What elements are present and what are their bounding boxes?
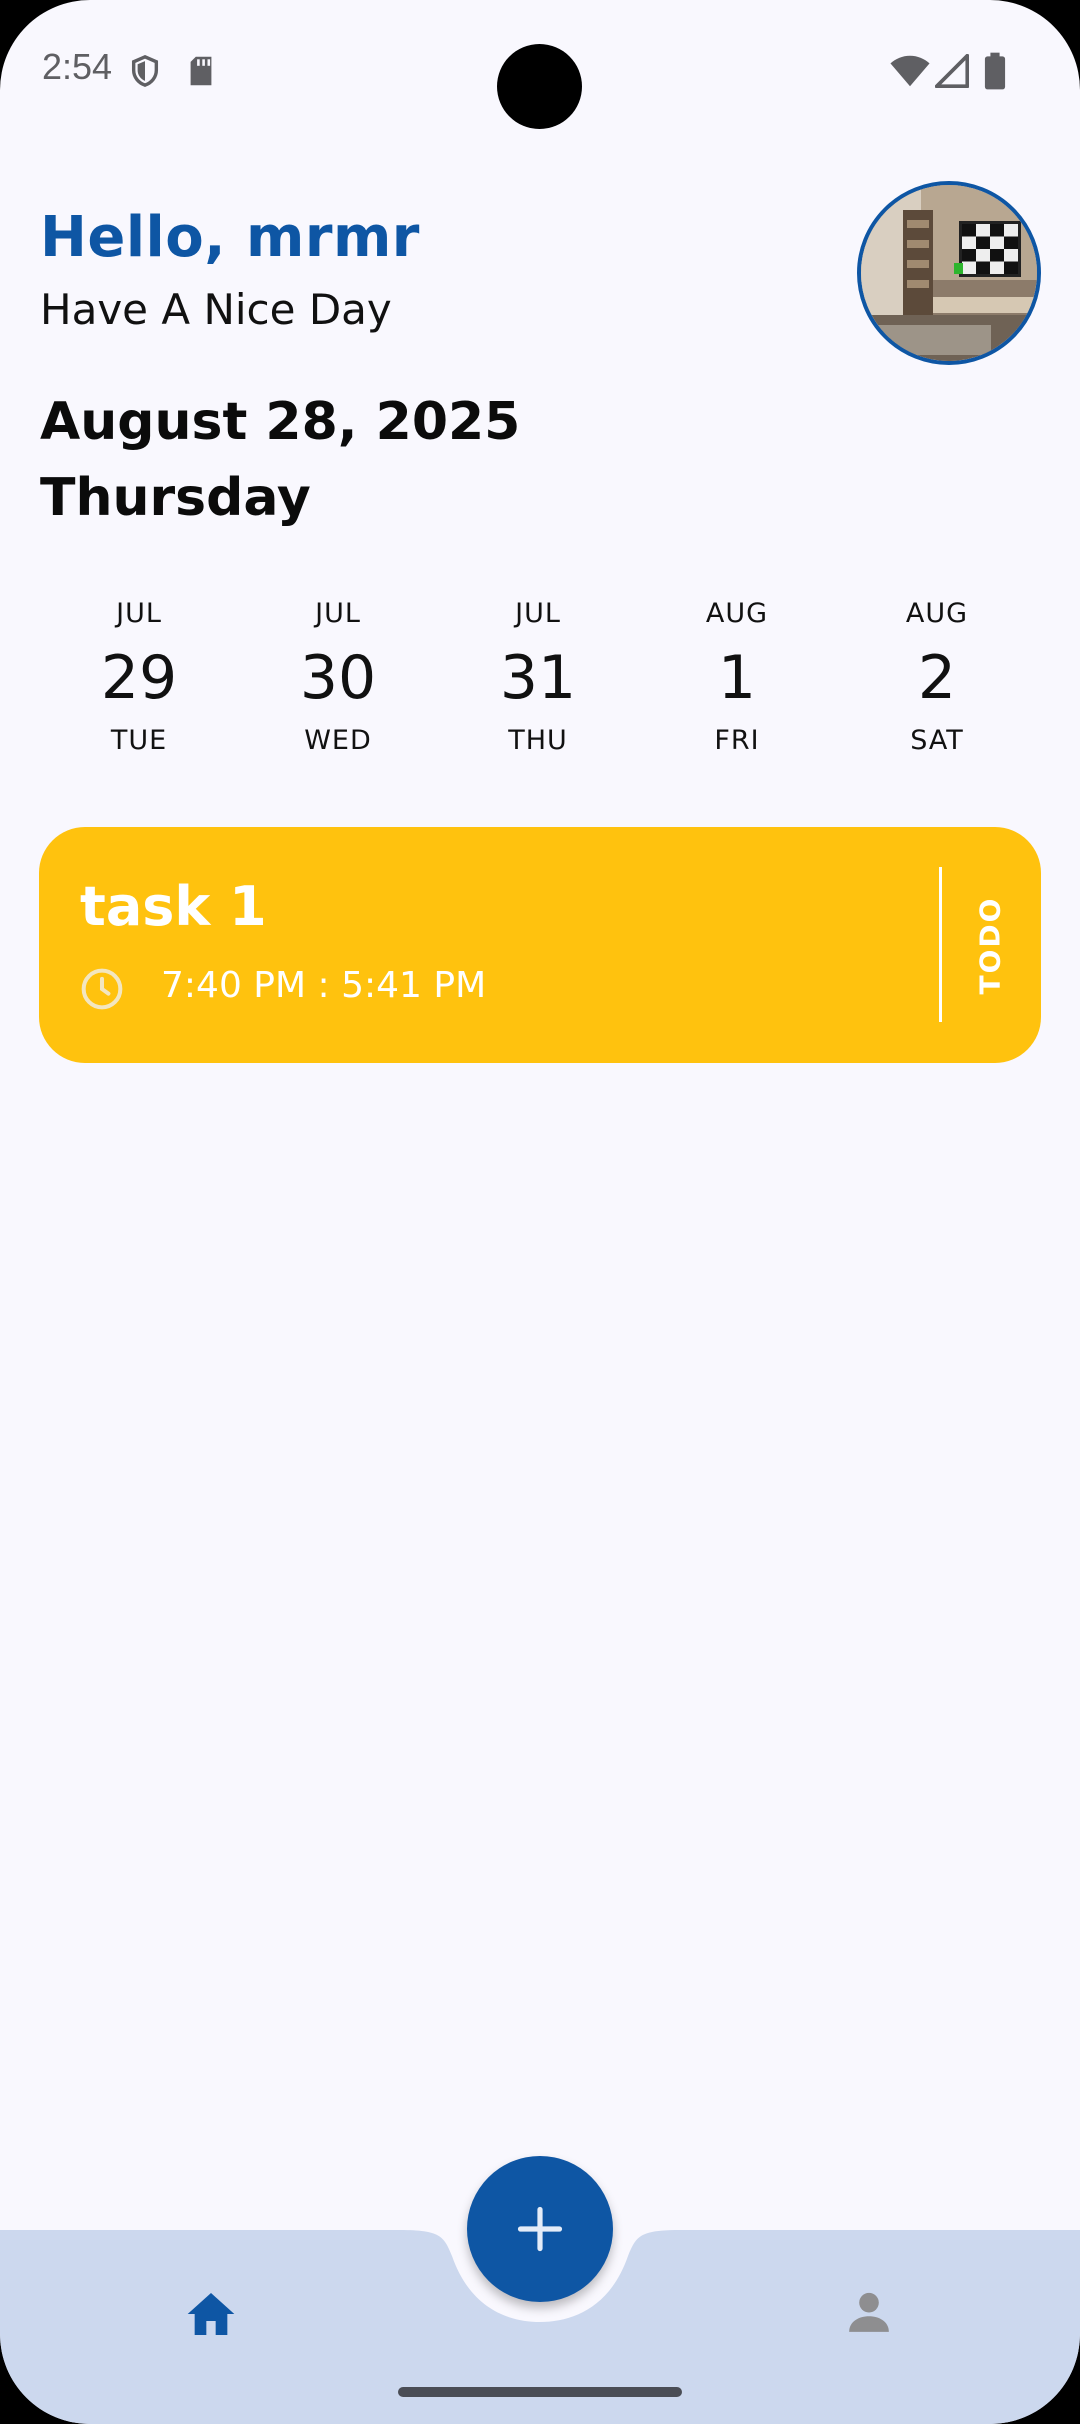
task-title: task 1 bbox=[80, 875, 267, 938]
day-weekday: FRI bbox=[714, 725, 760, 756]
day-item[interactable]: JUL 29 TUE bbox=[64, 598, 214, 756]
avatar-photo bbox=[861, 185, 1037, 361]
sd-card-icon bbox=[190, 56, 212, 86]
shield-icon bbox=[131, 54, 159, 87]
day-weekday: WED bbox=[304, 725, 372, 756]
task-status-label: TODO bbox=[973, 896, 1007, 994]
task-time-range: 7:40 PM : 5:41 PM bbox=[161, 965, 487, 1006]
profile-icon[interactable] bbox=[841, 2284, 897, 2340]
add-task-button[interactable] bbox=[467, 2156, 613, 2302]
day-month: AUG bbox=[905, 598, 969, 629]
day-number: 2 bbox=[917, 643, 957, 713]
task-status: TODO bbox=[939, 827, 1041, 1063]
day-item[interactable]: AUG 1 FRI bbox=[662, 598, 812, 756]
day-weekday: THU bbox=[508, 725, 568, 756]
tv-screen bbox=[954, 221, 1021, 277]
camera-cutout bbox=[497, 44, 582, 129]
day-month: JUL bbox=[515, 598, 561, 629]
status-time: 2:54 bbox=[42, 46, 113, 87]
day-weekday: TUE bbox=[110, 725, 168, 756]
greeting-subtitle: Have A Nice Day bbox=[40, 285, 392, 334]
gesture-handle bbox=[398, 2387, 682, 2397]
clock-icon bbox=[81, 968, 123, 1010]
app-screen: 2:54 Hello, mrmr Have A Nice Day August … bbox=[0, 0, 1080, 2424]
day-month: JUL bbox=[116, 598, 162, 629]
day-item[interactable]: JUL 30 WED bbox=[263, 598, 413, 756]
day-item[interactable]: AUG 2 SAT bbox=[862, 598, 1012, 756]
day-number: 30 bbox=[299, 643, 377, 713]
add-icon bbox=[517, 2206, 563, 2252]
current-weekday: Thursday bbox=[40, 468, 311, 528]
task-card[interactable]: task 1 7:40 PM : 5:41 PM TODO bbox=[39, 827, 1041, 1063]
day-weekday: SAT bbox=[910, 725, 964, 756]
day-number: 31 bbox=[499, 643, 577, 713]
signal-icon bbox=[935, 54, 969, 88]
day-item[interactable]: JUL 31 THU bbox=[463, 598, 613, 756]
day-month: AUG bbox=[705, 598, 769, 629]
wifi-icon bbox=[890, 55, 930, 87]
home-icon[interactable] bbox=[183, 2286, 239, 2342]
current-date: August 28, 2025 bbox=[40, 392, 521, 452]
day-number: 29 bbox=[100, 643, 178, 713]
greeting-title: Hello, mrmr bbox=[40, 205, 420, 270]
day-month: JUL bbox=[315, 598, 361, 629]
day-number: 1 bbox=[717, 643, 757, 713]
battery-icon bbox=[984, 52, 1006, 90]
avatar[interactable] bbox=[857, 181, 1041, 365]
